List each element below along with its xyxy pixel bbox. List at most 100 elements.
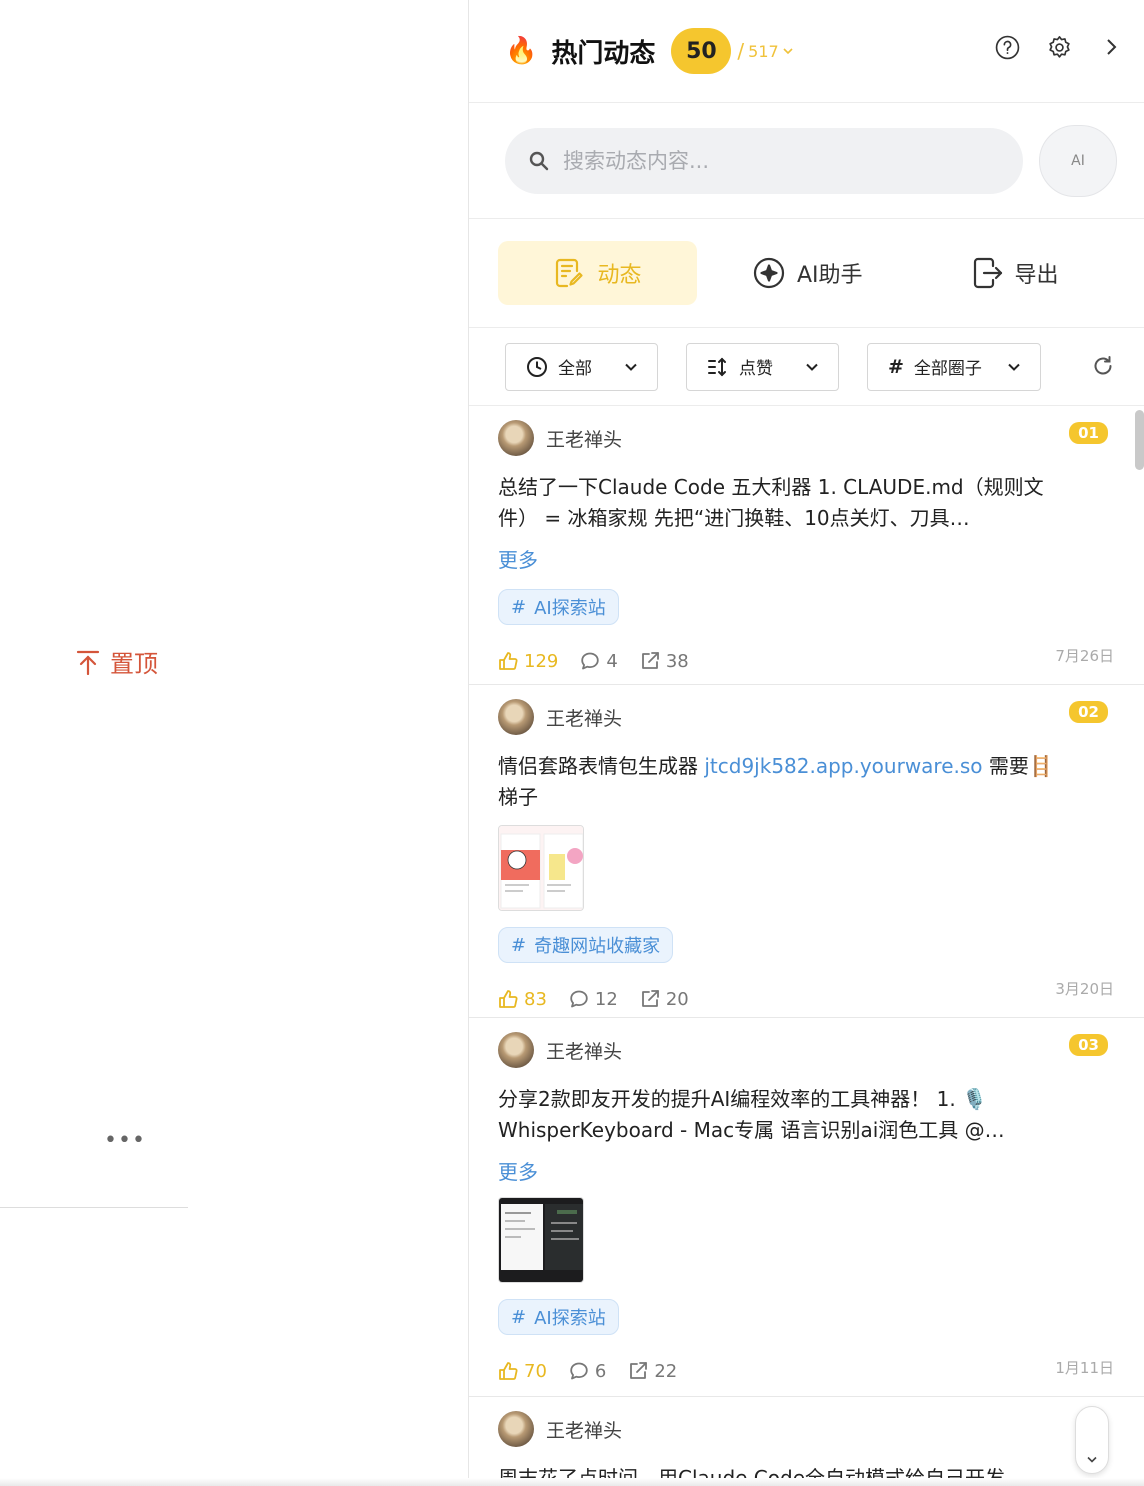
comment-icon	[570, 990, 588, 1008]
share-button[interactable]: 38	[640, 651, 689, 672]
post-card[interactable]: 王老禅头 02 情侣套路表情包生成器 jtcd9jk582.app.yourwa…	[469, 685, 1144, 1018]
chevron-down-icon	[1087, 1456, 1097, 1463]
hot-feed-panel: 🔥 热门动态 50 / 517 AI	[468, 0, 1144, 1486]
comment-count: 4	[606, 650, 618, 672]
post-link[interactable]: jtcd9jk582.app.yourware.so	[704, 754, 982, 778]
comment-icon	[581, 652, 600, 670]
search-input[interactable]	[563, 148, 983, 173]
rank-badge: 03	[1069, 1034, 1108, 1056]
more-link[interactable]: 更多	[498, 544, 1108, 573]
avatar[interactable]	[498, 699, 534, 735]
page-left-area: 置顶 •••	[0, 0, 468, 1486]
comment-button[interactable]: 4	[580, 650, 618, 672]
thumbs-up-icon	[499, 990, 518, 1008]
post-image[interactable]	[498, 1197, 584, 1283]
share-button[interactable]: 20	[640, 989, 689, 1010]
fire-icon: 🔥	[505, 36, 538, 66]
avatar[interactable]	[498, 1032, 534, 1068]
sort-filter-value: 点赞	[739, 359, 773, 379]
like-count: 129	[524, 650, 559, 672]
avatar[interactable]	[498, 420, 534, 456]
panel-title: 热门动态	[551, 38, 656, 69]
comment-button[interactable]: 6	[569, 1361, 606, 1382]
avatar[interactable]	[498, 1411, 534, 1447]
thumbs-up-icon	[499, 1362, 518, 1380]
post-text: 分享2款即友开发的提升AI编程效率的工具神器！ 1. 🎙️ WhisperKey…	[498, 1087, 1005, 1142]
time-filter-value: 全部	[558, 359, 592, 379]
hash-icon: #	[888, 355, 904, 378]
post-text: 总结了一下Claude Code 五大利器 1. CLAUDE.md（规则文件）…	[498, 475, 1044, 530]
post-image[interactable]	[498, 825, 584, 911]
chevron-right-icon[interactable]	[1098, 34, 1124, 60]
chevron-down-icon	[783, 48, 793, 55]
circle-filter-select[interactable]: # 全部圈子	[867, 342, 1041, 391]
chevron-down-icon	[1008, 363, 1020, 371]
count-badge: 50	[671, 28, 732, 74]
share-count: 22	[654, 1360, 678, 1382]
chevron-down-icon	[625, 363, 637, 371]
total-count-dropdown[interactable]: / 517	[737, 39, 793, 63]
search-box[interactable]	[505, 127, 1023, 194]
circle-tag-label: AI探索站	[534, 598, 606, 619]
more-link[interactable]: 更多	[498, 1156, 1108, 1185]
share-button[interactable]: 22	[628, 1361, 677, 1382]
filter-bar: 全部 点赞 # 全部圈子	[469, 328, 1144, 406]
tab-export[interactable]: 导出	[973, 241, 1059, 305]
circle-tag-label: 奇趣网站收藏家	[534, 936, 661, 957]
tab-ai-assistant[interactable]: AI助手	[753, 241, 863, 305]
help-icon[interactable]	[994, 34, 1020, 60]
tab-bar: 动态 AI助手 导出	[469, 219, 1144, 328]
post-text-part: 情侣套路表情包生成器	[498, 754, 705, 778]
comment-icon	[570, 1362, 588, 1380]
circle-tag[interactable]: # AI探索站	[498, 1299, 619, 1335]
post-card[interactable]: 王老禅头 03 分享2款即友开发的提升AI编程效率的工具神器！ 1. 🎙️ Wh…	[469, 1018, 1144, 1397]
divider	[0, 1207, 188, 1208]
sort-filter-select[interactable]: 点赞	[686, 342, 839, 391]
pin-to-top-button[interactable]: 置顶	[76, 644, 158, 679]
tab-feed-label: 动态	[597, 263, 642, 288]
panel-header: 🔥 热门动态 50 / 517	[469, 0, 1144, 103]
author-name[interactable]: 王老禅头	[546, 1416, 622, 1443]
post-date: 3月20日	[1055, 980, 1114, 998]
circle-tag[interactable]: # 奇趣网站收藏家	[498, 927, 674, 963]
count-separator: /	[737, 39, 745, 63]
circle-tag[interactable]: # AI探索站	[498, 589, 619, 625]
post-date: 7月26日	[1055, 647, 1114, 665]
comment-button[interactable]: 12	[569, 989, 618, 1010]
tab-feed[interactable]: 动态	[498, 241, 697, 305]
like-button[interactable]: 129	[498, 651, 558, 672]
like-count: 70	[524, 1360, 547, 1382]
author-name[interactable]: 王老禅头	[546, 704, 622, 731]
author-name[interactable]: 王老禅头	[546, 1037, 622, 1064]
post-feed: 王老禅头 01 总结了一下Claude Code 五大利器 1. CLAUDE.…	[469, 406, 1144, 1486]
more-options-button[interactable]: •••	[104, 1128, 146, 1153]
rank-badge: 01	[1069, 422, 1108, 444]
like-button[interactable]: 83	[498, 989, 547, 1010]
export-icon	[973, 257, 1002, 289]
sparkle-icon	[753, 257, 785, 289]
notes-icon	[556, 258, 584, 288]
share-count: 20	[665, 988, 689, 1010]
pin-label: 置顶	[110, 650, 158, 678]
hash-icon: #	[511, 934, 527, 956]
comment-count: 12	[594, 988, 618, 1010]
scroll-down-button[interactable]	[1075, 1406, 1109, 1474]
rank-badge: 02	[1069, 701, 1108, 723]
post-date: 1月11日	[1055, 1359, 1114, 1377]
time-filter-select[interactable]: 全部	[505, 342, 658, 391]
ai-search-button[interactable]: AI	[1039, 124, 1117, 197]
like-button[interactable]: 70	[498, 1361, 547, 1382]
refresh-icon[interactable]	[1092, 355, 1114, 381]
bottom-edge-shadow	[0, 1478, 1144, 1486]
circle-filter-value: 全部圈子	[913, 359, 982, 379]
share-icon	[641, 990, 659, 1007]
gear-icon[interactable]	[1046, 34, 1072, 60]
post-card[interactable]: 王老禅头 01 总结了一下Claude Code 五大利器 1. CLAUDE.…	[469, 406, 1144, 685]
author-name[interactable]: 王老禅头	[546, 425, 622, 452]
like-count: 83	[524, 988, 547, 1010]
scrollbar-thumb[interactable]	[1135, 410, 1144, 470]
tab-ai-assistant-label: AI助手	[797, 263, 863, 288]
post-card[interactable]: 王老禅头 周末花了点时间，用Claude Code全自动模式给自己开发	[469, 1397, 1144, 1486]
share-count: 38	[665, 650, 689, 672]
clock-icon	[527, 356, 547, 377]
